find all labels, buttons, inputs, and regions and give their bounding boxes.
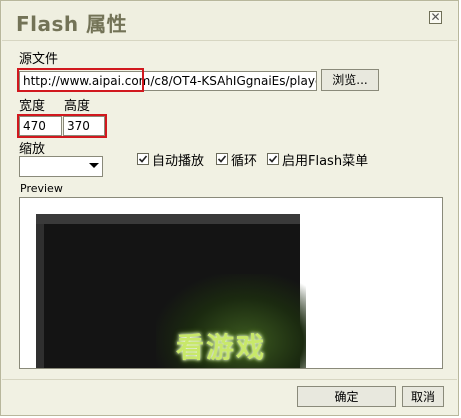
cancel-button[interactable]: 取消 <box>402 386 444 407</box>
dialog-title: Flash 属性 <box>16 12 128 36</box>
flash-properties-dialog: Flash 属性 ✕ 源文件 http://www.aipai.com/c8/O… <box>0 0 459 416</box>
source-file-label: 源文件 <box>19 52 59 67</box>
preview-label: Preview <box>20 182 63 195</box>
loop-label: 循环 <box>231 154 258 169</box>
size-highlight-box <box>17 114 107 138</box>
loop-checkbox[interactable] <box>216 153 228 165</box>
ok-button[interactable]: 确定 <box>297 386 396 407</box>
autoplay-checkbox[interactable] <box>137 153 149 165</box>
browse-button[interactable]: 浏览... <box>321 69 379 91</box>
height-label: 高度 <box>64 99 91 114</box>
scale-select[interactable] <box>19 156 103 177</box>
width-label: 宽度 <box>19 99 46 114</box>
chevron-down-icon <box>89 163 99 168</box>
preview-area: 看游戏 <box>19 197 443 369</box>
flash-menu-label: 启用Flash菜单 <box>282 154 369 169</box>
url-highlight-box <box>17 68 144 92</box>
flash-top-strip <box>36 214 300 224</box>
flash-preview: 看游戏 <box>36 214 306 368</box>
flash-menu-checkbox[interactable] <box>267 153 279 165</box>
flash-left-strip <box>36 224 44 368</box>
flash-banner-text: 看游戏 <box>176 331 267 364</box>
close-icon[interactable]: ✕ <box>429 11 442 24</box>
dialog-titlebar[interactable]: Flash 属性 ✕ <box>2 2 457 41</box>
autoplay-label: 自动播放 <box>152 154 205 169</box>
footer-divider <box>2 379 457 380</box>
scale-label: 缩放 <box>19 142 46 157</box>
